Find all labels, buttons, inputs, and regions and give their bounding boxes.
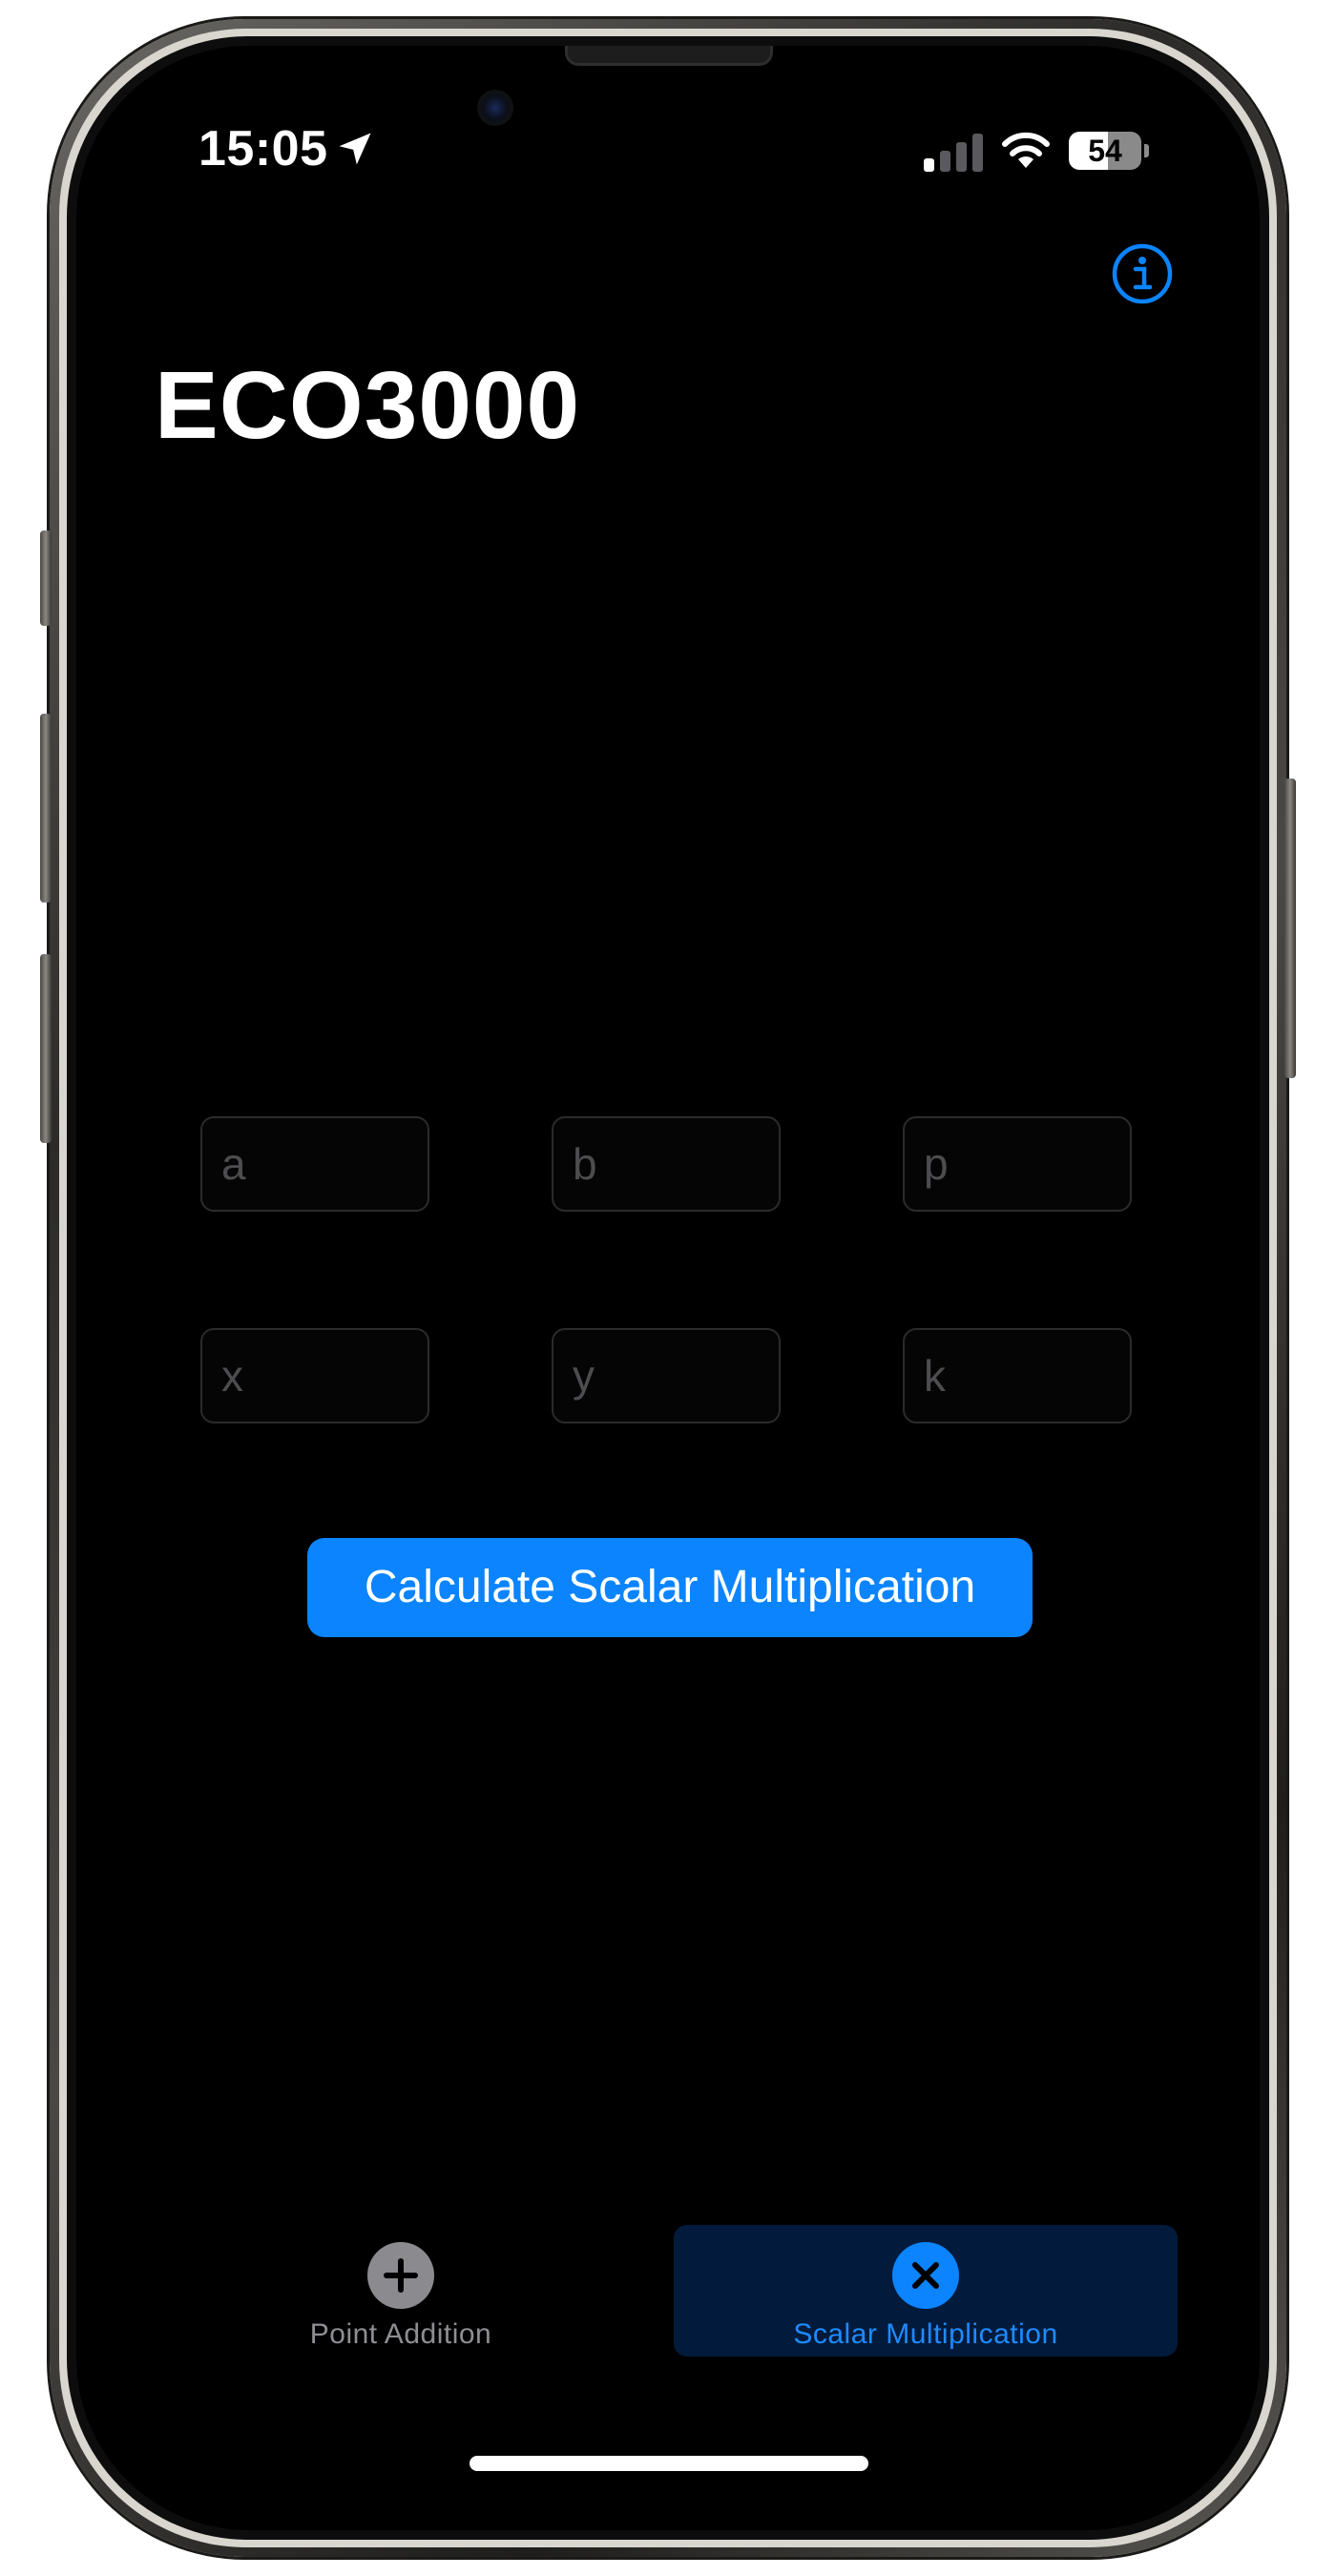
home-indicator[interactable] (470, 2456, 868, 2471)
info-button[interactable] (1111, 242, 1174, 305)
tab-point-addition[interactable]: Point Addition (258, 2225, 544, 2357)
battery-level: 54 (1088, 134, 1122, 168)
volume-up-button (40, 714, 52, 903)
tab-scalar-multiplication-label: Scalar Multiplication (793, 2318, 1058, 2350)
location-arrow-icon (334, 128, 376, 170)
mute-switch (40, 530, 52, 626)
info-circle-icon (1112, 243, 1173, 304)
page-title: ECO3000 (155, 352, 581, 459)
b-input[interactable] (552, 1116, 781, 1212)
y-input[interactable] (552, 1328, 781, 1423)
x-input[interactable] (200, 1328, 429, 1423)
k-input[interactable] (903, 1328, 1132, 1423)
xmark-circle-icon (892, 2242, 959, 2309)
a-input[interactable] (200, 1116, 429, 1212)
battery-indicator: 54 (1069, 132, 1149, 170)
calculate-scalar-multiplication-button[interactable]: Calculate Scalar Multiplication (307, 1538, 1033, 1637)
battery-icon: 54 (1069, 132, 1141, 170)
status-time: 15:05 (198, 121, 328, 177)
cellular-signal-icon (924, 134, 983, 172)
volume-down-button (40, 954, 52, 1143)
power-button (1284, 779, 1296, 1078)
battery-tip (1144, 144, 1149, 157)
plus-circle-icon (367, 2242, 434, 2309)
tab-point-addition-label: Point Addition (309, 2318, 492, 2350)
tab-scalar-multiplication[interactable]: Scalar Multiplication (674, 2225, 1178, 2357)
app-screen: 15:05 54 ECO3000 a b p x y k Calculate S… (76, 46, 1260, 2530)
earpiece-speaker (565, 46, 773, 66)
front-camera (477, 90, 513, 126)
wifi-icon (1000, 130, 1052, 170)
p-input[interactable] (903, 1116, 1132, 1212)
